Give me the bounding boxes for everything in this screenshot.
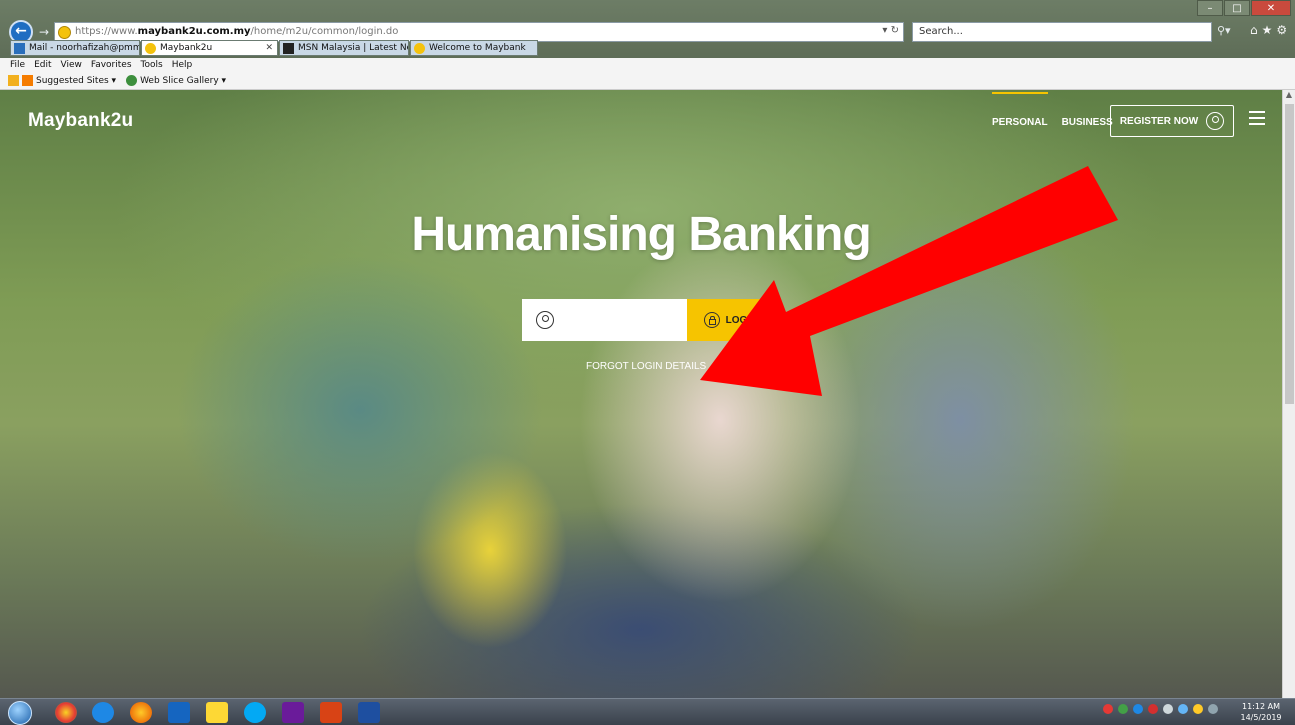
scroll-up-icon[interactable]: ▲ [1283, 90, 1295, 102]
firefox-icon[interactable] [130, 702, 152, 723]
refresh-icon[interactable]: ▾ ↻ [882, 25, 899, 36]
vertical-scrollbar[interactable]: ▲ [1282, 90, 1295, 698]
red-arrow-annotation [700, 166, 1118, 396]
tab-mail[interactable]: Mail - noorhafizah@pmm.edu... [10, 40, 140, 56]
system-tray [1103, 704, 1218, 714]
maximize-button[interactable]: □ [1224, 0, 1250, 16]
address-row: ← → https://www.maybank2u.com.my/home/m2… [0, 0, 1295, 44]
username-input[interactable] [562, 299, 682, 341]
windows-taskbar: 11:12 AM 14/5/2019 [0, 698, 1295, 725]
toolbar-icons[interactable]: ⌂★⚙ [1250, 23, 1291, 37]
forgot-login-details-link[interactable]: FORGOT LOGIN DETAILS› [586, 360, 716, 372]
hamburger-menu-icon[interactable] [1249, 111, 1265, 125]
menu-bar: File Edit View Favorites Tools Help [0, 58, 1295, 72]
user-icon [1206, 112, 1225, 130]
wifi-icon[interactable] [1178, 704, 1188, 714]
window-controls: – □ ✕ [1196, 0, 1291, 18]
start-button[interactable] [8, 701, 32, 725]
winrar-icon[interactable] [282, 702, 304, 723]
antivirus-icon[interactable] [1103, 704, 1113, 714]
nav-business[interactable]: BUSINESS [1062, 113, 1113, 128]
address-bar[interactable]: https://www.maybank2u.com.my/home/m2u/co… [54, 22, 904, 42]
menu-favorites[interactable]: Favorites [91, 58, 132, 72]
network-icon[interactable] [1118, 704, 1128, 714]
media-player-icon[interactable] [168, 702, 190, 723]
browser-chrome: ← → https://www.maybank2u.com.my/home/m2… [0, 0, 1295, 90]
search-icon[interactable]: ⚲▾ [1217, 24, 1231, 37]
tab-strip: Mail - noorhafizah@pmm.edu... Maybank2u … [0, 40, 1295, 58]
skype-icon[interactable] [244, 702, 266, 723]
bluetooth-icon[interactable] [1133, 704, 1143, 714]
minimize-button[interactable]: – [1197, 0, 1223, 16]
menu-tools[interactable]: Tools [141, 58, 163, 72]
msn-icon [283, 43, 294, 54]
user-icon [536, 311, 554, 329]
search-input[interactable]: Search... [912, 22, 1212, 42]
suggested-sites-link[interactable]: Suggested Sites ▾ [22, 75, 116, 86]
scrollbar-thumb[interactable] [1285, 104, 1294, 404]
tab-msn[interactable]: MSN Malaysia | Latest News, H... [279, 40, 409, 56]
system-clock[interactable]: 11:12 AM 14/5/2019 [1236, 701, 1286, 723]
outlook-icon [14, 43, 25, 54]
file-explorer-icon[interactable] [206, 702, 228, 723]
chrome-icon[interactable] [55, 702, 77, 723]
forward-button[interactable]: → [36, 24, 52, 40]
close-window-button[interactable]: ✕ [1251, 0, 1291, 16]
web-slice-gallery-link[interactable]: Web Slice Gallery ▾ [126, 75, 226, 86]
tab-close-icon[interactable]: ✕ [265, 41, 273, 55]
tab-maybank2u[interactable]: Maybank2u ✕ [141, 40, 278, 56]
top-navigation: PERSONAL BUSINESS [992, 90, 1127, 150]
register-now-button[interactable]: REGISTER NOW [1110, 105, 1234, 137]
maybank2u-logo[interactable]: Maybank2u [28, 110, 133, 132]
bing-icon [22, 75, 33, 86]
internet-explorer-icon[interactable] [92, 702, 114, 723]
word-icon[interactable] [358, 702, 380, 723]
nav-personal[interactable]: PERSONAL [992, 91, 1048, 128]
tab-welcome-maybank[interactable]: Welcome to Maybank [410, 40, 538, 56]
favorites-star-icon[interactable] [8, 75, 19, 86]
power-icon[interactable] [1208, 704, 1218, 714]
page-viewport: Maybank2u PERSONAL BUSINESS REGISTER NOW… [0, 90, 1282, 698]
favorites-bar: Suggested Sites ▾ Web Slice Gallery ▾ [0, 72, 1295, 90]
volume-icon[interactable] [1163, 704, 1173, 714]
maybank-favicon-icon [414, 43, 425, 54]
username-field[interactable] [522, 299, 687, 341]
url-text: https://www.maybank2u.com.my/home/m2u/co… [75, 26, 399, 37]
site-favicon-icon [58, 26, 71, 39]
menu-file[interactable]: File [10, 58, 25, 72]
menu-edit[interactable]: Edit [34, 58, 51, 72]
menu-view[interactable]: View [61, 58, 82, 72]
menu-help[interactable]: Help [172, 58, 193, 72]
flag-icon[interactable] [1193, 704, 1203, 714]
tray-app-icon[interactable] [1148, 704, 1158, 714]
maybank-favicon-icon [145, 43, 156, 54]
ie-icon [126, 75, 138, 86]
powerpoint-icon[interactable] [320, 702, 342, 723]
